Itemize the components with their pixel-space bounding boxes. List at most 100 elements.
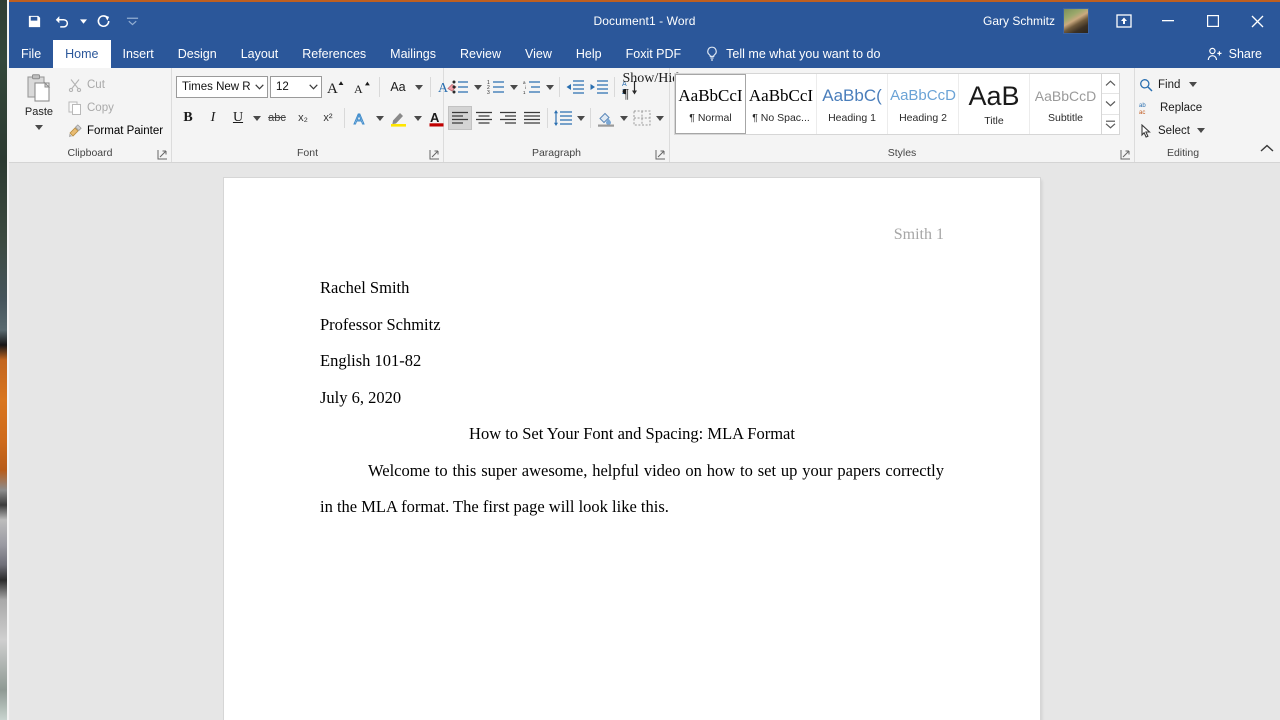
text-effects-dropdown-caret[interactable]	[374, 106, 386, 130]
tab-foxit-pdf[interactable]: Foxit PDF	[614, 40, 694, 68]
tab-help[interactable]: Help	[564, 40, 614, 68]
justify-button[interactable]	[520, 106, 544, 130]
share-button[interactable]: Share	[1207, 40, 1262, 68]
customize-quick-access-icon[interactable]	[119, 9, 145, 33]
tab-file[interactable]: File	[9, 40, 53, 68]
styles-dialog-launcher[interactable]	[1120, 149, 1132, 161]
tab-design[interactable]: Design	[166, 40, 229, 68]
magnifier-icon	[1139, 78, 1153, 92]
tab-references[interactable]: References	[290, 40, 378, 68]
font-size-dropdown-caret[interactable]	[305, 84, 321, 90]
tab-insert[interactable]: Insert	[111, 40, 166, 68]
styles-scroll-down-icon[interactable]	[1102, 94, 1119, 115]
font-size-input[interactable]: 12	[270, 76, 322, 98]
bullets-icon[interactable]	[448, 75, 472, 99]
align-center-button[interactable]	[472, 106, 496, 130]
ribbon-display-options-icon[interactable]	[1103, 2, 1145, 40]
bold-button[interactable]: B	[176, 106, 200, 130]
group-label-clipboard: Clipboard	[67, 147, 113, 159]
tell-me-search[interactable]: Tell me what you want to do	[705, 40, 880, 68]
show-formatting-marks-icon[interactable]: Show/Hide ¶	[623, 71, 686, 102]
document-canvas[interactable]: Smith 1 Rachel Smith Professor Schmitz E…	[9, 163, 1280, 720]
find-dropdown-caret[interactable]	[1189, 82, 1198, 87]
increase-indent-icon[interactable]	[587, 75, 611, 99]
save-icon[interactable]	[21, 9, 47, 33]
select-dropdown-caret[interactable]	[1196, 128, 1205, 133]
svg-text:A: A	[354, 82, 363, 96]
align-left-button[interactable]	[448, 106, 472, 130]
borders-dropdown-caret[interactable]	[654, 106, 666, 130]
share-label: Share	[1228, 47, 1262, 61]
clipboard-dialog-launcher[interactable]	[157, 149, 169, 161]
shrink-font-icon[interactable]: A	[350, 75, 374, 99]
superscript-button[interactable]: x²	[316, 106, 340, 130]
tab-layout[interactable]: Layout	[229, 40, 291, 68]
tab-home[interactable]: Home	[53, 40, 111, 68]
paragraph-separator-4	[590, 108, 591, 128]
document-body[interactable]: Rachel Smith Professor Schmitz English 1…	[320, 270, 944, 526]
font-name-input[interactable]: Times New R	[176, 76, 268, 98]
avatar[interactable]	[1063, 8, 1089, 34]
multilevel-list-icon[interactable]: ai1	[520, 75, 544, 99]
minimize-button[interactable]	[1145, 2, 1190, 40]
line-spacing-icon[interactable]	[551, 106, 575, 130]
bullets-dropdown-caret[interactable]	[472, 75, 484, 99]
style-subtitle[interactable]: AaBbCcD Subtitle	[1030, 74, 1101, 134]
styles-scroll-up-icon[interactable]	[1102, 74, 1119, 95]
page-header-text[interactable]: Smith 1	[894, 226, 944, 244]
paste-dropdown-caret[interactable]	[35, 117, 43, 135]
tab-review[interactable]: Review	[448, 40, 513, 68]
font-name-dropdown-caret[interactable]	[251, 84, 267, 90]
font-dialog-launcher[interactable]	[429, 149, 441, 161]
collapse-ribbon-icon[interactable]	[1260, 144, 1276, 160]
undo-dropdown-caret[interactable]	[77, 9, 89, 33]
undo-icon[interactable]	[49, 9, 75, 33]
style-no-spacing[interactable]: AaBbCcI ¶ No Spac...	[746, 74, 817, 134]
text-effects-icon[interactable]: A	[349, 106, 373, 130]
numbering-icon[interactable]: 123	[484, 75, 508, 99]
change-case-dropdown-caret[interactable]	[413, 75, 425, 99]
copy-button[interactable]: Copy	[65, 98, 166, 118]
paste-button[interactable]: Paste	[13, 71, 65, 135]
style-title[interactable]: AaB Title	[959, 74, 1030, 134]
borders-icon[interactable]	[630, 106, 654, 130]
group-label-paragraph: Paragraph	[531, 147, 582, 159]
find-button[interactable]: Find	[1139, 74, 1205, 95]
tab-view[interactable]: View	[513, 40, 564, 68]
numbering-dropdown-caret[interactable]	[508, 75, 520, 99]
style-heading-1[interactable]: AaBbC( Heading 1	[817, 74, 888, 134]
cut-button[interactable]: Cut	[65, 75, 166, 95]
shading-dropdown-caret[interactable]	[618, 106, 630, 130]
grow-font-icon[interactable]: A	[324, 75, 348, 99]
font-name-value: Times New R	[182, 81, 251, 93]
text-highlight-color-icon[interactable]	[387, 106, 411, 130]
styles-gallery: AaBbCcI ¶ Normal AaBbCcI ¶ No Spac... Aa…	[674, 73, 1120, 135]
align-right-button[interactable]	[496, 106, 520, 130]
maximize-restore-button[interactable]	[1190, 2, 1235, 40]
text-highlight-dropdown-caret[interactable]	[412, 106, 424, 130]
underline-button[interactable]: U	[226, 106, 250, 130]
paragraph-row-top: 123 ai1 AZ Show/Hide ¶	[448, 71, 686, 102]
underline-dropdown-caret[interactable]	[251, 106, 263, 130]
multilevel-list-dropdown-caret[interactable]	[544, 75, 556, 99]
strikethrough-button[interactable]: abc	[264, 106, 290, 130]
format-painter-button[interactable]: Format Painter	[65, 121, 166, 141]
close-button[interactable]	[1235, 2, 1280, 40]
subscript-button[interactable]: x₂	[291, 106, 315, 130]
italic-button[interactable]: I	[201, 106, 225, 130]
decrease-indent-icon[interactable]	[563, 75, 587, 99]
user-name[interactable]: Gary Schmitz	[983, 14, 1055, 28]
style-normal[interactable]: AaBbCcI ¶ Normal	[675, 74, 746, 134]
line-spacing-dropdown-caret[interactable]	[575, 106, 587, 130]
style-heading-2[interactable]: AaBbCcD Heading 2	[888, 74, 959, 134]
replace-button[interactable]: ab ac Replace	[1139, 97, 1205, 118]
select-button[interactable]: Select	[1139, 120, 1205, 141]
document-page[interactable]: Smith 1 Rachel Smith Professor Schmitz E…	[224, 178, 1040, 720]
doc-paragraph: Welcome to this super awesome, helpful v…	[320, 460, 944, 517]
tab-mailings[interactable]: Mailings	[378, 40, 448, 68]
paragraph-dialog-launcher[interactable]	[655, 149, 667, 161]
change-case-icon[interactable]: Aa	[385, 75, 411, 99]
shading-icon[interactable]	[594, 106, 618, 130]
styles-more-icon[interactable]	[1102, 115, 1119, 134]
redo-icon[interactable]	[91, 9, 117, 33]
